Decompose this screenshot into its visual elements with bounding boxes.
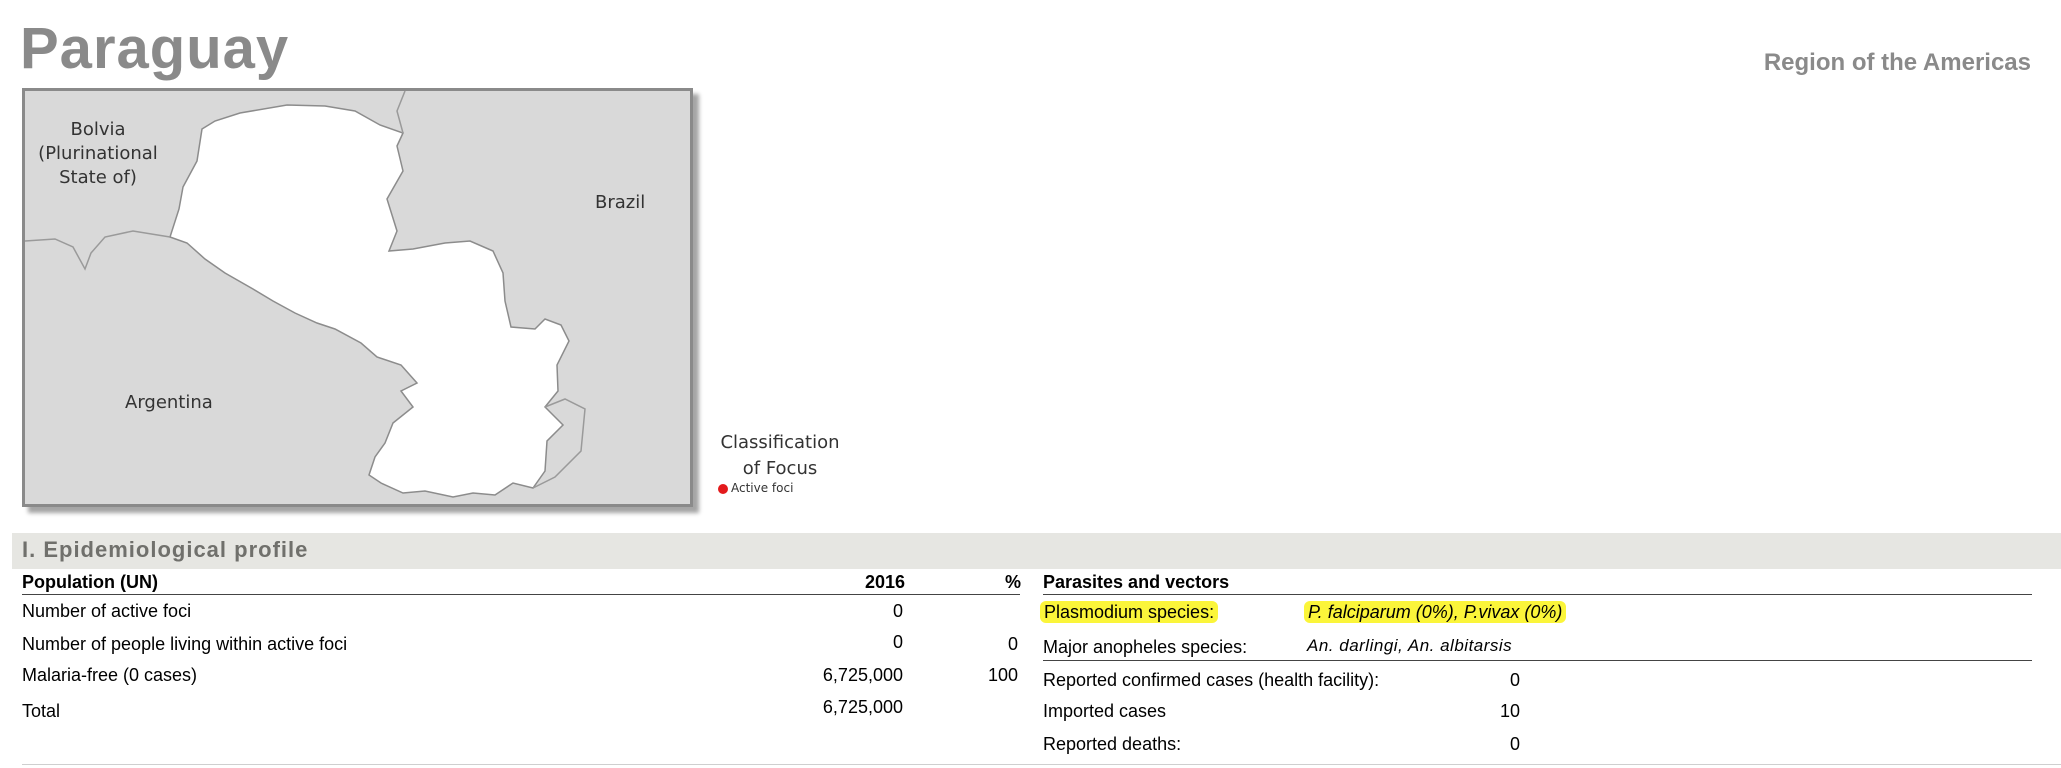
- population-row-label: Number of active foci: [22, 601, 192, 621]
- legend-item-label: Active foci: [731, 481, 794, 495]
- population-header-year: 2016: [864, 572, 905, 592]
- cases-value: 0: [1509, 670, 1520, 690]
- section-title: I. Epidemiological profile: [22, 537, 309, 562]
- plasmodium-value: P. falciparum (0%), P.vivax (0%): [1304, 601, 1567, 623]
- cases-label: Imported cases: [1043, 701, 1167, 721]
- population-row-pct: 100: [987, 665, 1018, 685]
- plasmodium-value-highlight: P. falciparum (0%), P.vivax (0%): [1304, 601, 1567, 623]
- map-label-bolivia-2: (Plurinational: [38, 143, 158, 164]
- red-dot-icon: [718, 483, 728, 494]
- section-band: [12, 533, 2061, 569]
- population-header-pct: %: [1004, 572, 1021, 592]
- legend-item: Active foci: [718, 481, 793, 495]
- population-row-label: Malaria-free (0 cases): [22, 665, 198, 685]
- bottom-rule: [22, 764, 2061, 765]
- population-row-label: Number of people living within active fo…: [22, 634, 348, 654]
- paraguay-shape: [169, 104, 570, 498]
- anopheles-value: An. darlingi, An. albitarsis: [1307, 636, 1513, 655]
- parasites-header-rule: [1043, 594, 2032, 595]
- population-row-pct: 0: [1007, 634, 1018, 654]
- bolivia-argentina-border: [25, 230, 171, 271]
- map-label-bolivia-3: State of): [59, 167, 137, 188]
- parasites-rule: [1043, 660, 2032, 661]
- legend-title-line-1: Classification: [720, 432, 840, 453]
- map-label-brazil: Brazil: [595, 192, 645, 213]
- plasmodium-label: Plasmodium species:: [1040, 601, 1219, 623]
- parasites-header: Parasites and vectors: [1043, 572, 1230, 592]
- population-row-value: 0: [892, 601, 903, 621]
- map-label-argentina: Argentina: [125, 392, 213, 413]
- anopheles-label: Major anopheles species:: [1043, 637, 1248, 657]
- country-map: Bolvia (Plurinational State of) Brazil A…: [22, 88, 693, 507]
- population-header-rule: [22, 594, 1020, 595]
- population-row-value: 6,725,000: [822, 697, 903, 717]
- population-row-value: 0: [892, 632, 903, 652]
- map-svg: Bolvia (Plurinational State of) Brazil A…: [25, 91, 645, 498]
- population-header-label: Population (UN): [22, 572, 158, 592]
- cases-value: 10: [1499, 701, 1520, 721]
- legend-title: Classification of Focus: [718, 430, 842, 482]
- page-title: Paraguay: [20, 16, 290, 81]
- plasmodium-label-highlight: Plasmodium species:: [1040, 601, 1219, 623]
- cases-label: Reported confirmed cases (health facilit…: [1043, 670, 1380, 690]
- population-row-value: 6,725,000: [822, 665, 903, 685]
- map-label-bolivia-1: Bolvia: [70, 119, 125, 140]
- cases-value: 0: [1509, 734, 1520, 754]
- cases-label: Reported deaths:: [1043, 734, 1182, 754]
- brazil-border-north: [396, 91, 406, 134]
- region-label: Region of the Americas: [1763, 49, 2031, 76]
- legend-title-line-2: of Focus: [742, 458, 818, 479]
- population-row-label: Total: [22, 701, 61, 721]
